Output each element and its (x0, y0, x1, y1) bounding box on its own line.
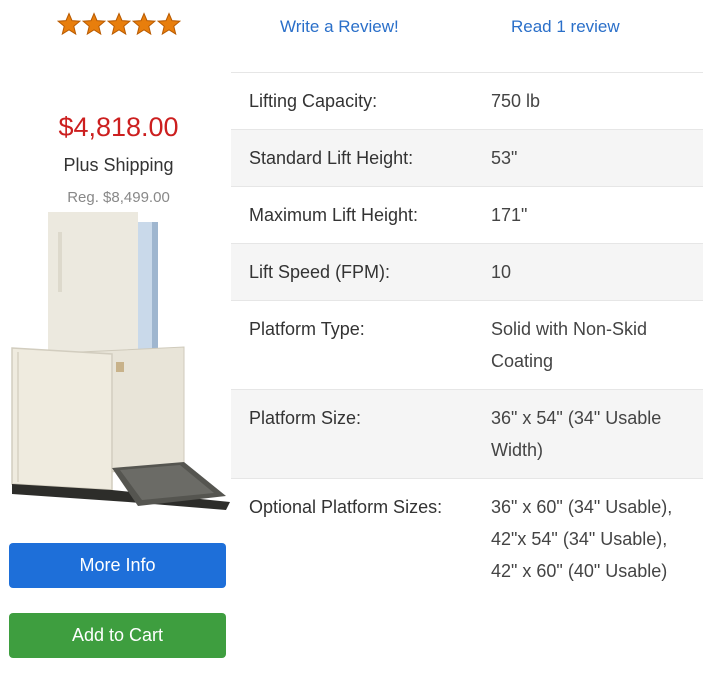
spec-label: Platform Type: (231, 300, 471, 390)
spec-label: Standard Lift Height: (231, 129, 471, 187)
specs-table: Lifting Capacity: 750 lb Standard Lift H… (231, 72, 703, 599)
add-to-cart-button[interactable]: Add to Cart (9, 613, 226, 658)
spec-value: 10 (471, 243, 703, 301)
spec-row: Maximum Lift Height: 171" (231, 186, 703, 244)
spec-label: Maximum Lift Height: (231, 186, 471, 244)
more-info-button[interactable]: More Info (9, 543, 226, 588)
spec-value: 36" x 54" (34" Usable Width) (471, 389, 703, 479)
regular-price: Reg. $8,499.00 (67, 189, 170, 206)
spec-row: Standard Lift Height: 53" (231, 129, 703, 187)
spec-row: Lift Speed (FPM): 10 (231, 243, 703, 301)
spec-label: Platform Size: (231, 389, 471, 479)
spec-value: 36" x 60" (34" Usable), 42"x 54" (34" Us… (471, 478, 703, 599)
spec-row: Platform Size: 36" x 54" (34" Usable Wid… (231, 389, 703, 479)
star-icon (157, 12, 181, 36)
spec-value: 53" (471, 129, 703, 187)
spec-value: Solid with Non-Skid Coating (471, 300, 703, 390)
sale-price: $4,818.00 (58, 112, 179, 142)
spec-value: 750 lb (471, 72, 703, 130)
spec-label: Lift Speed (FPM): (231, 243, 471, 301)
spec-row: Optional Platform Sizes: 36" x 60" (34" … (231, 478, 703, 599)
star-icon (132, 12, 156, 36)
write-review-link[interactable]: Write a Review! (280, 17, 399, 37)
spec-label: Optional Platform Sizes: (231, 478, 471, 599)
product-image[interactable] (8, 212, 230, 512)
spec-row: Lifting Capacity: 750 lb (231, 72, 703, 130)
read-reviews-link[interactable]: Read 1 review (511, 17, 620, 37)
spec-label: Lifting Capacity: (231, 72, 471, 130)
front-gate (11, 347, 113, 491)
spec-value: 171" (471, 186, 703, 244)
spec-row: Platform Type: Solid with Non-Skid Coati… (231, 300, 703, 390)
back-panel-seam (58, 232, 62, 292)
star-icon (57, 12, 81, 36)
star-rating (57, 12, 181, 36)
star-icon (107, 12, 131, 36)
shipping-note: Plus Shipping (63, 155, 174, 175)
star-icon (82, 12, 106, 36)
control-box (116, 362, 124, 372)
